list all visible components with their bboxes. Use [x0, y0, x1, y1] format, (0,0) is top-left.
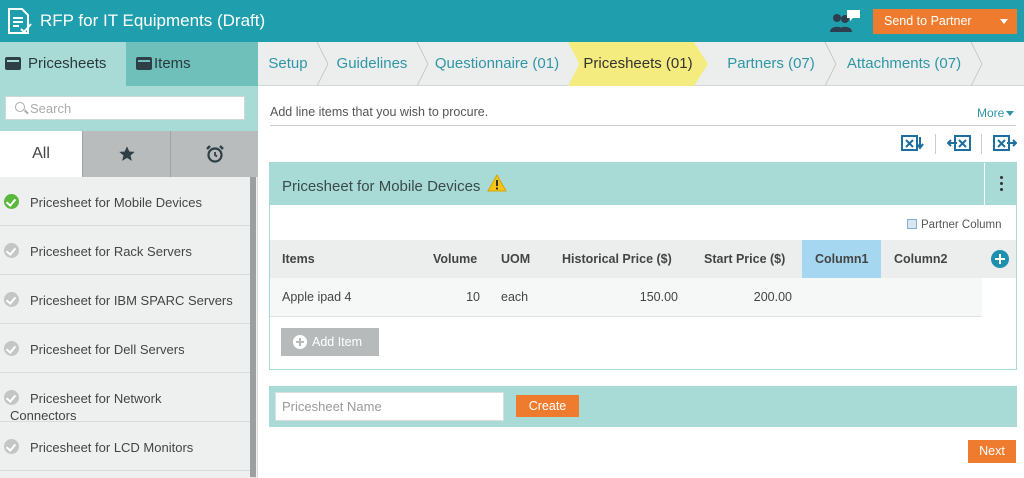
- column-header[interactable]: Volume: [433, 240, 477, 278]
- tab-pricesheets-label: Pricesheets: [28, 55, 107, 72]
- list-item[interactable]: Pricesheet for LCD Monitors: [0, 422, 250, 471]
- create-pricesheet-bar: Create: [269, 386, 1017, 427]
- alarm-clock-icon: [205, 145, 224, 163]
- tab-pricesheets[interactable]: Pricesheets: [0, 42, 126, 86]
- column-header[interactable]: UOM: [501, 240, 530, 278]
- send-to-partner-label: Send to Partner: [884, 14, 972, 28]
- scrollbar-thumb[interactable]: [250, 177, 256, 477]
- search-input[interactable]: [30, 99, 240, 117]
- cell-start-price[interactable]: 200.00: [720, 278, 792, 317]
- star-icon: [118, 146, 135, 161]
- list-item-label: Pricesheet for Network Connectors: [10, 391, 162, 423]
- plus-circle-icon: [293, 335, 307, 349]
- pricesheet-title: Pricesheet for Mobile Devices: [282, 178, 481, 195]
- toolbar-divider: [935, 134, 936, 154]
- list-item[interactable]: Pricesheet for IBM SPARC Servers: [0, 275, 250, 324]
- check-circle-icon: [4, 243, 19, 258]
- add-item-button[interactable]: Add Item: [281, 328, 379, 356]
- sidebar: Pricesheets Items All: [0, 42, 258, 478]
- column-header[interactable]: Historical Price ($): [562, 240, 672, 278]
- check-circle-icon: [4, 194, 19, 209]
- check-circle-icon: [4, 439, 19, 454]
- create-button[interactable]: Create: [516, 395, 579, 417]
- list-item-label: Pricesheet for Dell Servers: [30, 342, 185, 357]
- chevron-down-icon: [1006, 111, 1015, 116]
- partner-column-toggle[interactable]: Partner Column: [907, 219, 1002, 231]
- intro-text: Add line items that you wish to procure.: [270, 105, 489, 119]
- partner-column-label: Partner Column: [921, 219, 1002, 231]
- list-item-label: Pricesheet for IBM SPARC Servers: [30, 293, 233, 308]
- pricesheet-name-input[interactable]: [275, 392, 504, 421]
- list-item[interactable]: Pricesheet for Network Connectors: [0, 373, 250, 423]
- sidebar-scrollbar[interactable]: [250, 177, 256, 478]
- tab-items-label: Items: [154, 55, 191, 72]
- filter-starred-tab[interactable]: [82, 131, 170, 177]
- list-item-label: Pricesheet for LCD Monitors: [30, 440, 194, 455]
- pricesheet-list: Pricesheet for Mobile Devices Pricesheet…: [0, 177, 250, 478]
- cell-item[interactable]: Apple ipad 4: [282, 278, 352, 317]
- chevron-down-icon[interactable]: [1000, 19, 1008, 24]
- more-options-icon[interactable]: [984, 163, 1016, 205]
- cell-column1[interactable]: [802, 278, 881, 317]
- pricesheet-card: Pricesheet for Mobile Devices Partner Co…: [269, 162, 1017, 370]
- column-header[interactable]: Items: [282, 240, 315, 278]
- excel-download-icon[interactable]: [901, 133, 925, 153]
- step-setup[interactable]: Setup: [258, 42, 318, 86]
- step-guidelines[interactable]: Guidelines: [328, 42, 416, 86]
- step-navigation: Setup Guidelines Questionnaire (01) Pric…: [258, 42, 1024, 86]
- excel-import-icon[interactable]: [947, 133, 971, 153]
- divider: [270, 125, 1016, 126]
- search-icon: [15, 102, 25, 112]
- filter-recent-tab[interactable]: [170, 131, 258, 177]
- list-item[interactable]: Pricesheet for Rack Servers: [0, 226, 250, 275]
- document-list-icon: [8, 8, 32, 34]
- tab-items[interactable]: Items: [126, 42, 258, 86]
- step-attachments[interactable]: Attachments (07): [836, 42, 972, 86]
- warning-icon: [487, 174, 507, 192]
- column-header[interactable]: Start Price ($): [704, 240, 785, 278]
- search-box: [5, 96, 245, 120]
- pricesheet-card-header: Pricesheet for Mobile Devices: [270, 163, 1016, 205]
- sidebar-tabs: Pricesheets Items: [0, 42, 258, 86]
- cell-historical-price[interactable]: 150.00: [600, 278, 678, 317]
- filter-all-tab[interactable]: All: [0, 131, 82, 177]
- next-button[interactable]: Next: [968, 440, 1016, 463]
- send-to-partner-button[interactable]: Send to Partner: [873, 9, 1017, 34]
- list-item-label: Pricesheet for Rack Servers: [30, 244, 192, 259]
- partners-chat-icon[interactable]: [828, 8, 862, 34]
- search-area: [0, 86, 258, 131]
- sheet-icon: [136, 57, 152, 70]
- partner-column-checkbox[interactable]: [907, 219, 917, 229]
- step-questionnaire[interactable]: Questionnaire (01): [426, 42, 568, 86]
- sheet-icon: [5, 57, 21, 70]
- cell-volume[interactable]: 10: [440, 278, 480, 317]
- table-row[interactable]: Apple ipad 4 10 each 150.00 200.00: [270, 278, 982, 317]
- app-header: RFP for IT Equipments (Draft) Send to Pa…: [0, 0, 1024, 42]
- cell-uom[interactable]: each: [501, 278, 528, 317]
- cell-column2[interactable]: [894, 278, 974, 317]
- list-item-label: Pricesheet for Mobile Devices: [30, 195, 202, 210]
- column-header[interactable]: Column2: [894, 240, 947, 278]
- step-pricesheets[interactable]: Pricesheets (01): [568, 42, 708, 86]
- table-header: Items Volume UOM Historical Price ($) St…: [270, 240, 1016, 278]
- filter-tabs: All: [0, 131, 258, 177]
- more-label: More: [977, 106, 1005, 120]
- add-column-button[interactable]: [991, 250, 1009, 268]
- toolbar-divider: [981, 134, 982, 154]
- page-title: RFP for IT Equipments (Draft): [40, 11, 266, 30]
- column-header[interactable]: Column1: [802, 240, 881, 278]
- check-circle-icon: [4, 341, 19, 356]
- excel-export-icon[interactable]: [993, 133, 1017, 153]
- more-dropdown[interactable]: More: [977, 106, 1015, 120]
- list-item[interactable]: Pricesheet for Mobile Devices: [0, 177, 250, 226]
- step-divider: [970, 42, 984, 86]
- add-item-label: Add Item: [312, 335, 363, 349]
- check-circle-icon: [4, 292, 19, 307]
- step-partners[interactable]: Partners (07): [716, 42, 826, 86]
- list-item[interactable]: Pricesheet for Dell Servers: [0, 324, 250, 373]
